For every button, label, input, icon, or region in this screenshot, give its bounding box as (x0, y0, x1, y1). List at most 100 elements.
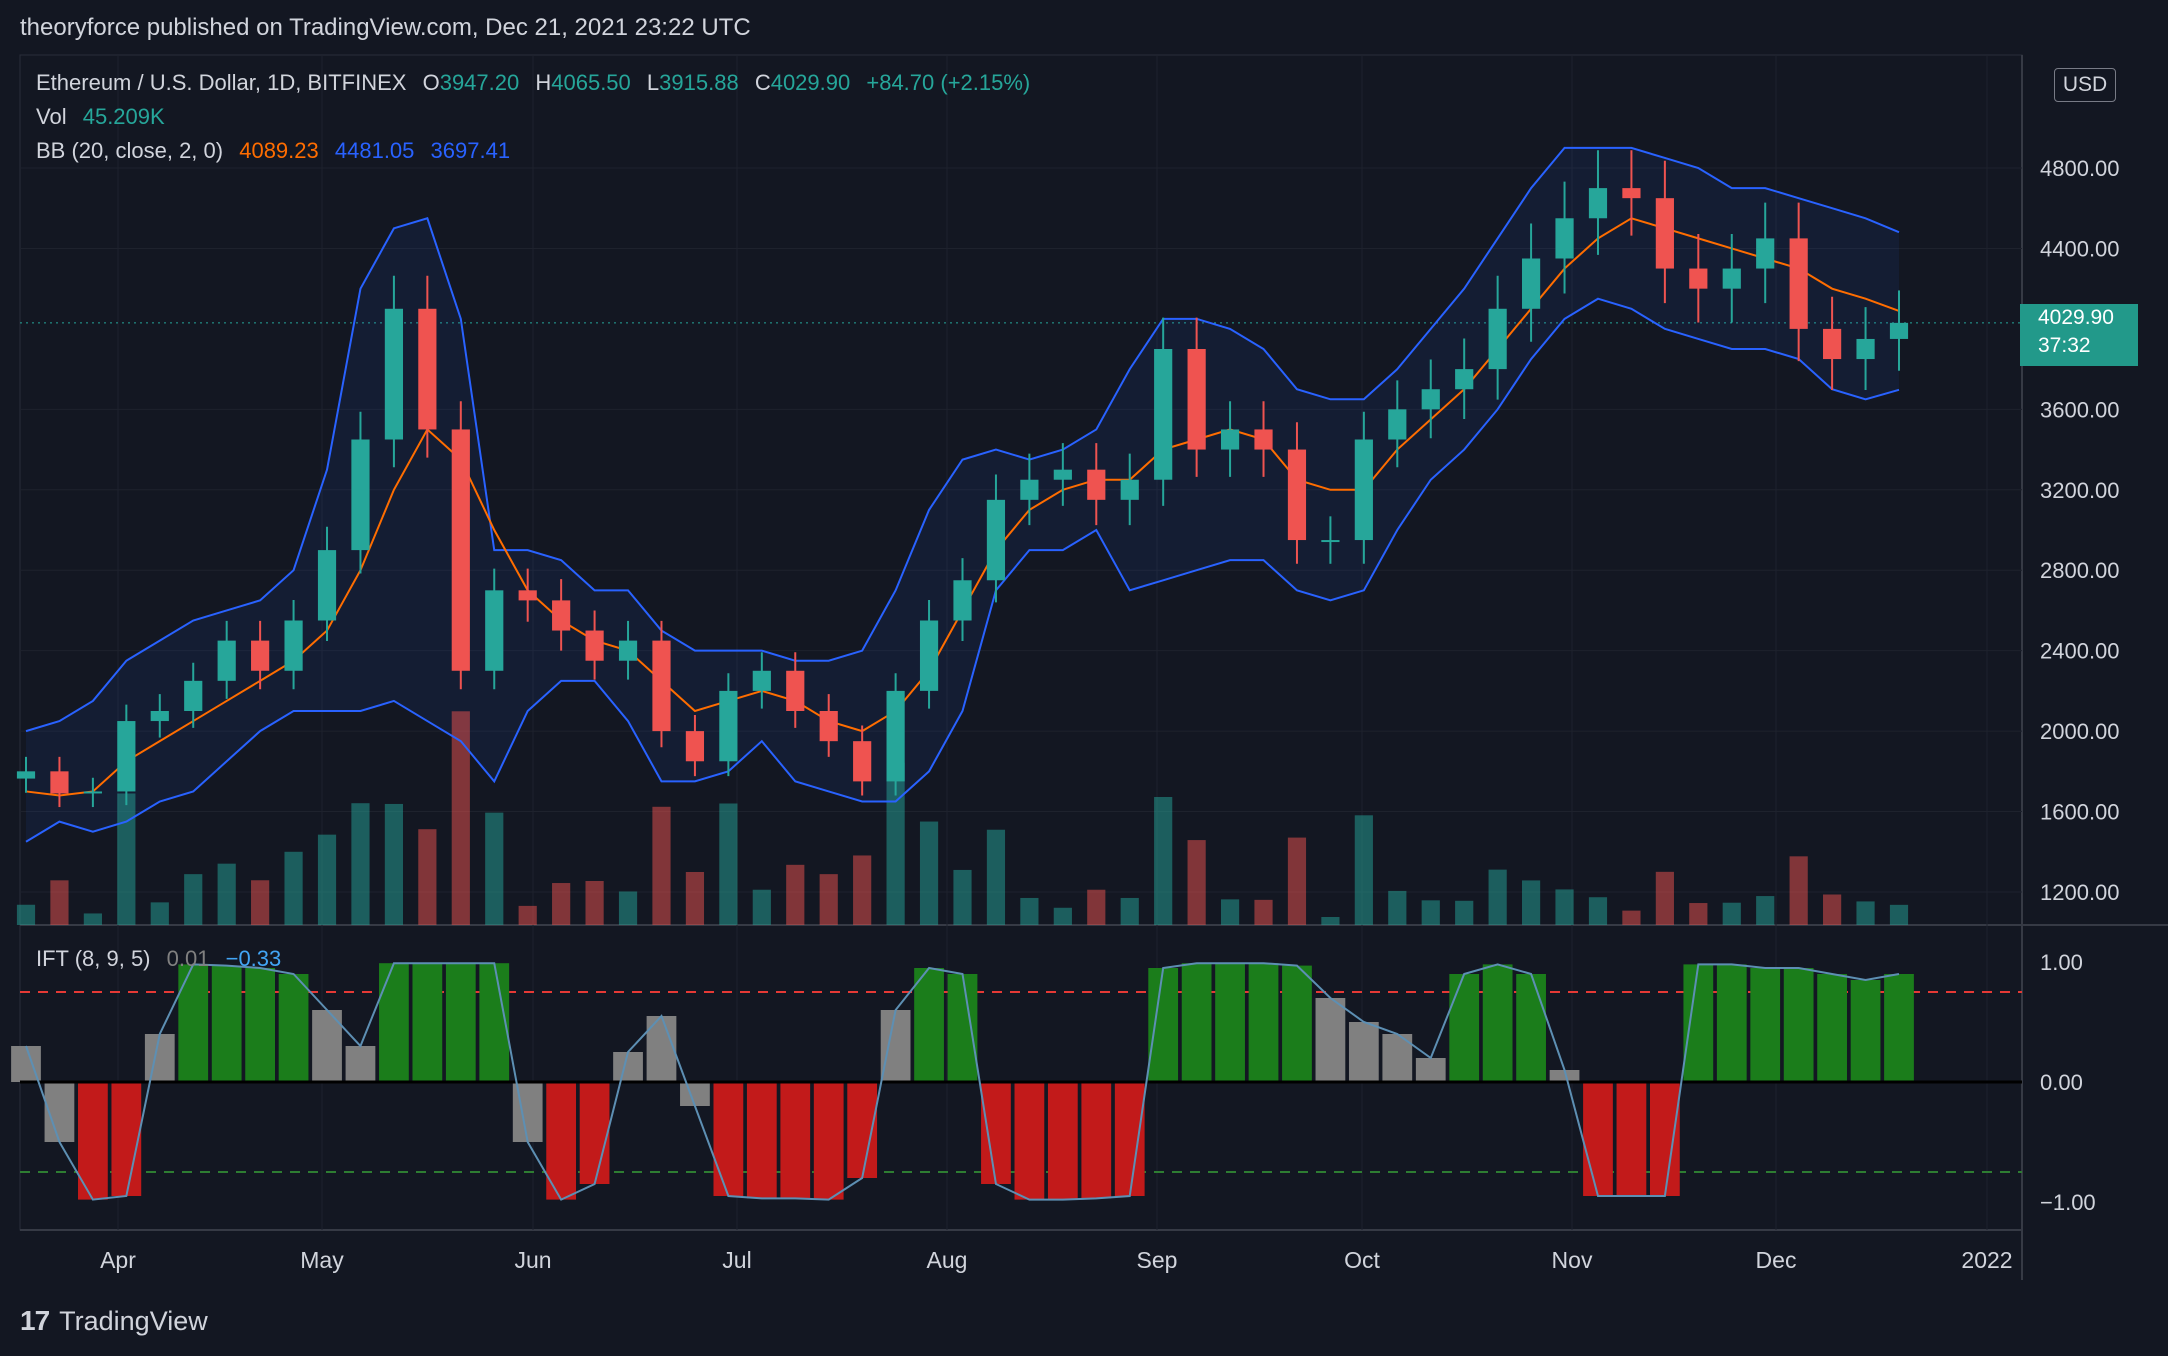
tradingview-logo-icon: 17 (20, 1305, 50, 1336)
candle-body (1555, 218, 1574, 259)
volume-bar (351, 803, 370, 925)
legend-c-value: 4029.90 (770, 70, 851, 95)
ift-y-tick-label: 0.00 (2040, 1070, 2083, 1095)
x-tick-label: Aug (927, 1247, 968, 1273)
candle-body (552, 600, 571, 631)
candle-body (217, 640, 236, 681)
candle-body (485, 590, 504, 671)
ift-bar (746, 1082, 777, 1199)
ift-bar (1148, 968, 1179, 1082)
candle-body (50, 771, 69, 794)
y-tick-label: 4800.00 (2040, 156, 2120, 181)
ift-bar (713, 1082, 744, 1196)
volume-bar (1421, 900, 1440, 925)
volume-bar (1087, 889, 1106, 925)
legend-ohlc: O3947.20 H4065.50 L3915.88 C4029.90 +84.… (423, 70, 1041, 95)
volume-bar (1823, 894, 1842, 925)
ift-bar (1817, 974, 1847, 1082)
ift-y-tick-label: 1.00 (2040, 950, 2083, 975)
candle-body (1488, 308, 1507, 370)
volume-bar (16, 904, 36, 925)
volume-bar (1722, 902, 1741, 925)
candle-body (685, 731, 705, 762)
candle-body (117, 721, 136, 792)
ift-bar (412, 963, 443, 1082)
ift-bar (1850, 980, 1881, 1082)
volume-bar (685, 872, 705, 925)
volume-bar (1187, 840, 1206, 925)
candle-body (518, 590, 537, 601)
ift-bar (1649, 1082, 1680, 1196)
volume-bars (16, 711, 1909, 925)
volume-bar (1889, 904, 1909, 925)
volume-bar (418, 829, 437, 925)
y-tick-label: 2000.00 (2040, 719, 2120, 744)
volume-bar (284, 851, 303, 925)
y-tick-label: 4400.00 (2040, 236, 2120, 261)
candle-body (1020, 479, 1039, 500)
candle-body (752, 670, 771, 691)
chart-area[interactable]: 4800.00 4400.00 3600.00 3200.00 2800.00 2400.… (0, 52, 2168, 1297)
candle-body (1789, 238, 1808, 329)
volume-bar (552, 883, 571, 925)
ift-bar (1516, 974, 1546, 1082)
footer-branding[interactable]: 17 TradingView (20, 1305, 208, 1337)
candle-body (1154, 349, 1173, 480)
ift-histogram (11, 963, 2022, 1200)
candle-body (451, 429, 470, 671)
candle-body (953, 580, 972, 621)
candle-body (251, 640, 270, 671)
volume-bar (1287, 837, 1307, 925)
volume-bar (953, 869, 972, 925)
volume-bar (1220, 899, 1240, 925)
chart-svg[interactable]: 4800.00 4400.00 3600.00 3200.00 2800.00 2400.… (0, 52, 2168, 1292)
candle-body (886, 690, 905, 782)
volume-bar (585, 881, 604, 925)
candle-body (1823, 328, 1842, 360)
candle-body (618, 640, 638, 661)
x-tick-label: Dec (1756, 1247, 1797, 1273)
candle-body (83, 791, 102, 794)
volume-bar (1254, 899, 1273, 925)
candle-body (986, 499, 1006, 581)
ift-bar (780, 1082, 811, 1199)
candle-body (1722, 268, 1741, 289)
ift-bar (981, 1082, 1011, 1184)
candle-body (1655, 198, 1674, 269)
ift-bar (1114, 1082, 1145, 1196)
bb-fill-area (26, 147, 1899, 842)
candle-body (1455, 369, 1474, 390)
volume-bar (618, 891, 638, 925)
x-tick-label: 2022 (1961, 1247, 2012, 1273)
volume-bar (1789, 856, 1808, 925)
volume-bar (485, 812, 504, 925)
ift-bar (914, 968, 944, 1082)
ift-bar (947, 974, 978, 1082)
ift-bar (1014, 1082, 1045, 1200)
ift-bar (1884, 974, 1914, 1082)
volume-bar (1053, 907, 1072, 925)
ift-y-tick-label: −1.00 (2040, 1190, 2096, 1215)
x-tick-label: May (300, 1247, 344, 1273)
candle-body (351, 439, 370, 551)
legend-l-label: L (646, 70, 660, 95)
volume-bar (50, 880, 69, 925)
legend-bb-basis: 4089.23 (239, 138, 319, 163)
volume-bar (1020, 897, 1039, 925)
ift-bar (579, 1082, 610, 1184)
volume-bar (1655, 871, 1674, 925)
volume-bar (786, 864, 805, 925)
legend-ift-label: IFT (8, 9, 5) (36, 946, 151, 971)
volume-bar (1354, 815, 1373, 925)
y-tick-label: 3200.00 (2040, 478, 2120, 503)
legend-change: +84.70 (+2.15%) (866, 70, 1031, 95)
volume-bar (752, 889, 771, 925)
ift-bar (1415, 1058, 1446, 1082)
candle-body (585, 630, 604, 661)
volume-bar (384, 803, 404, 925)
candle-body (16, 771, 36, 779)
currency-button[interactable]: USD (2054, 68, 2116, 102)
volume-bar (83, 913, 102, 925)
candle-body (1087, 469, 1106, 500)
x-tick-label: Oct (1344, 1247, 1380, 1273)
